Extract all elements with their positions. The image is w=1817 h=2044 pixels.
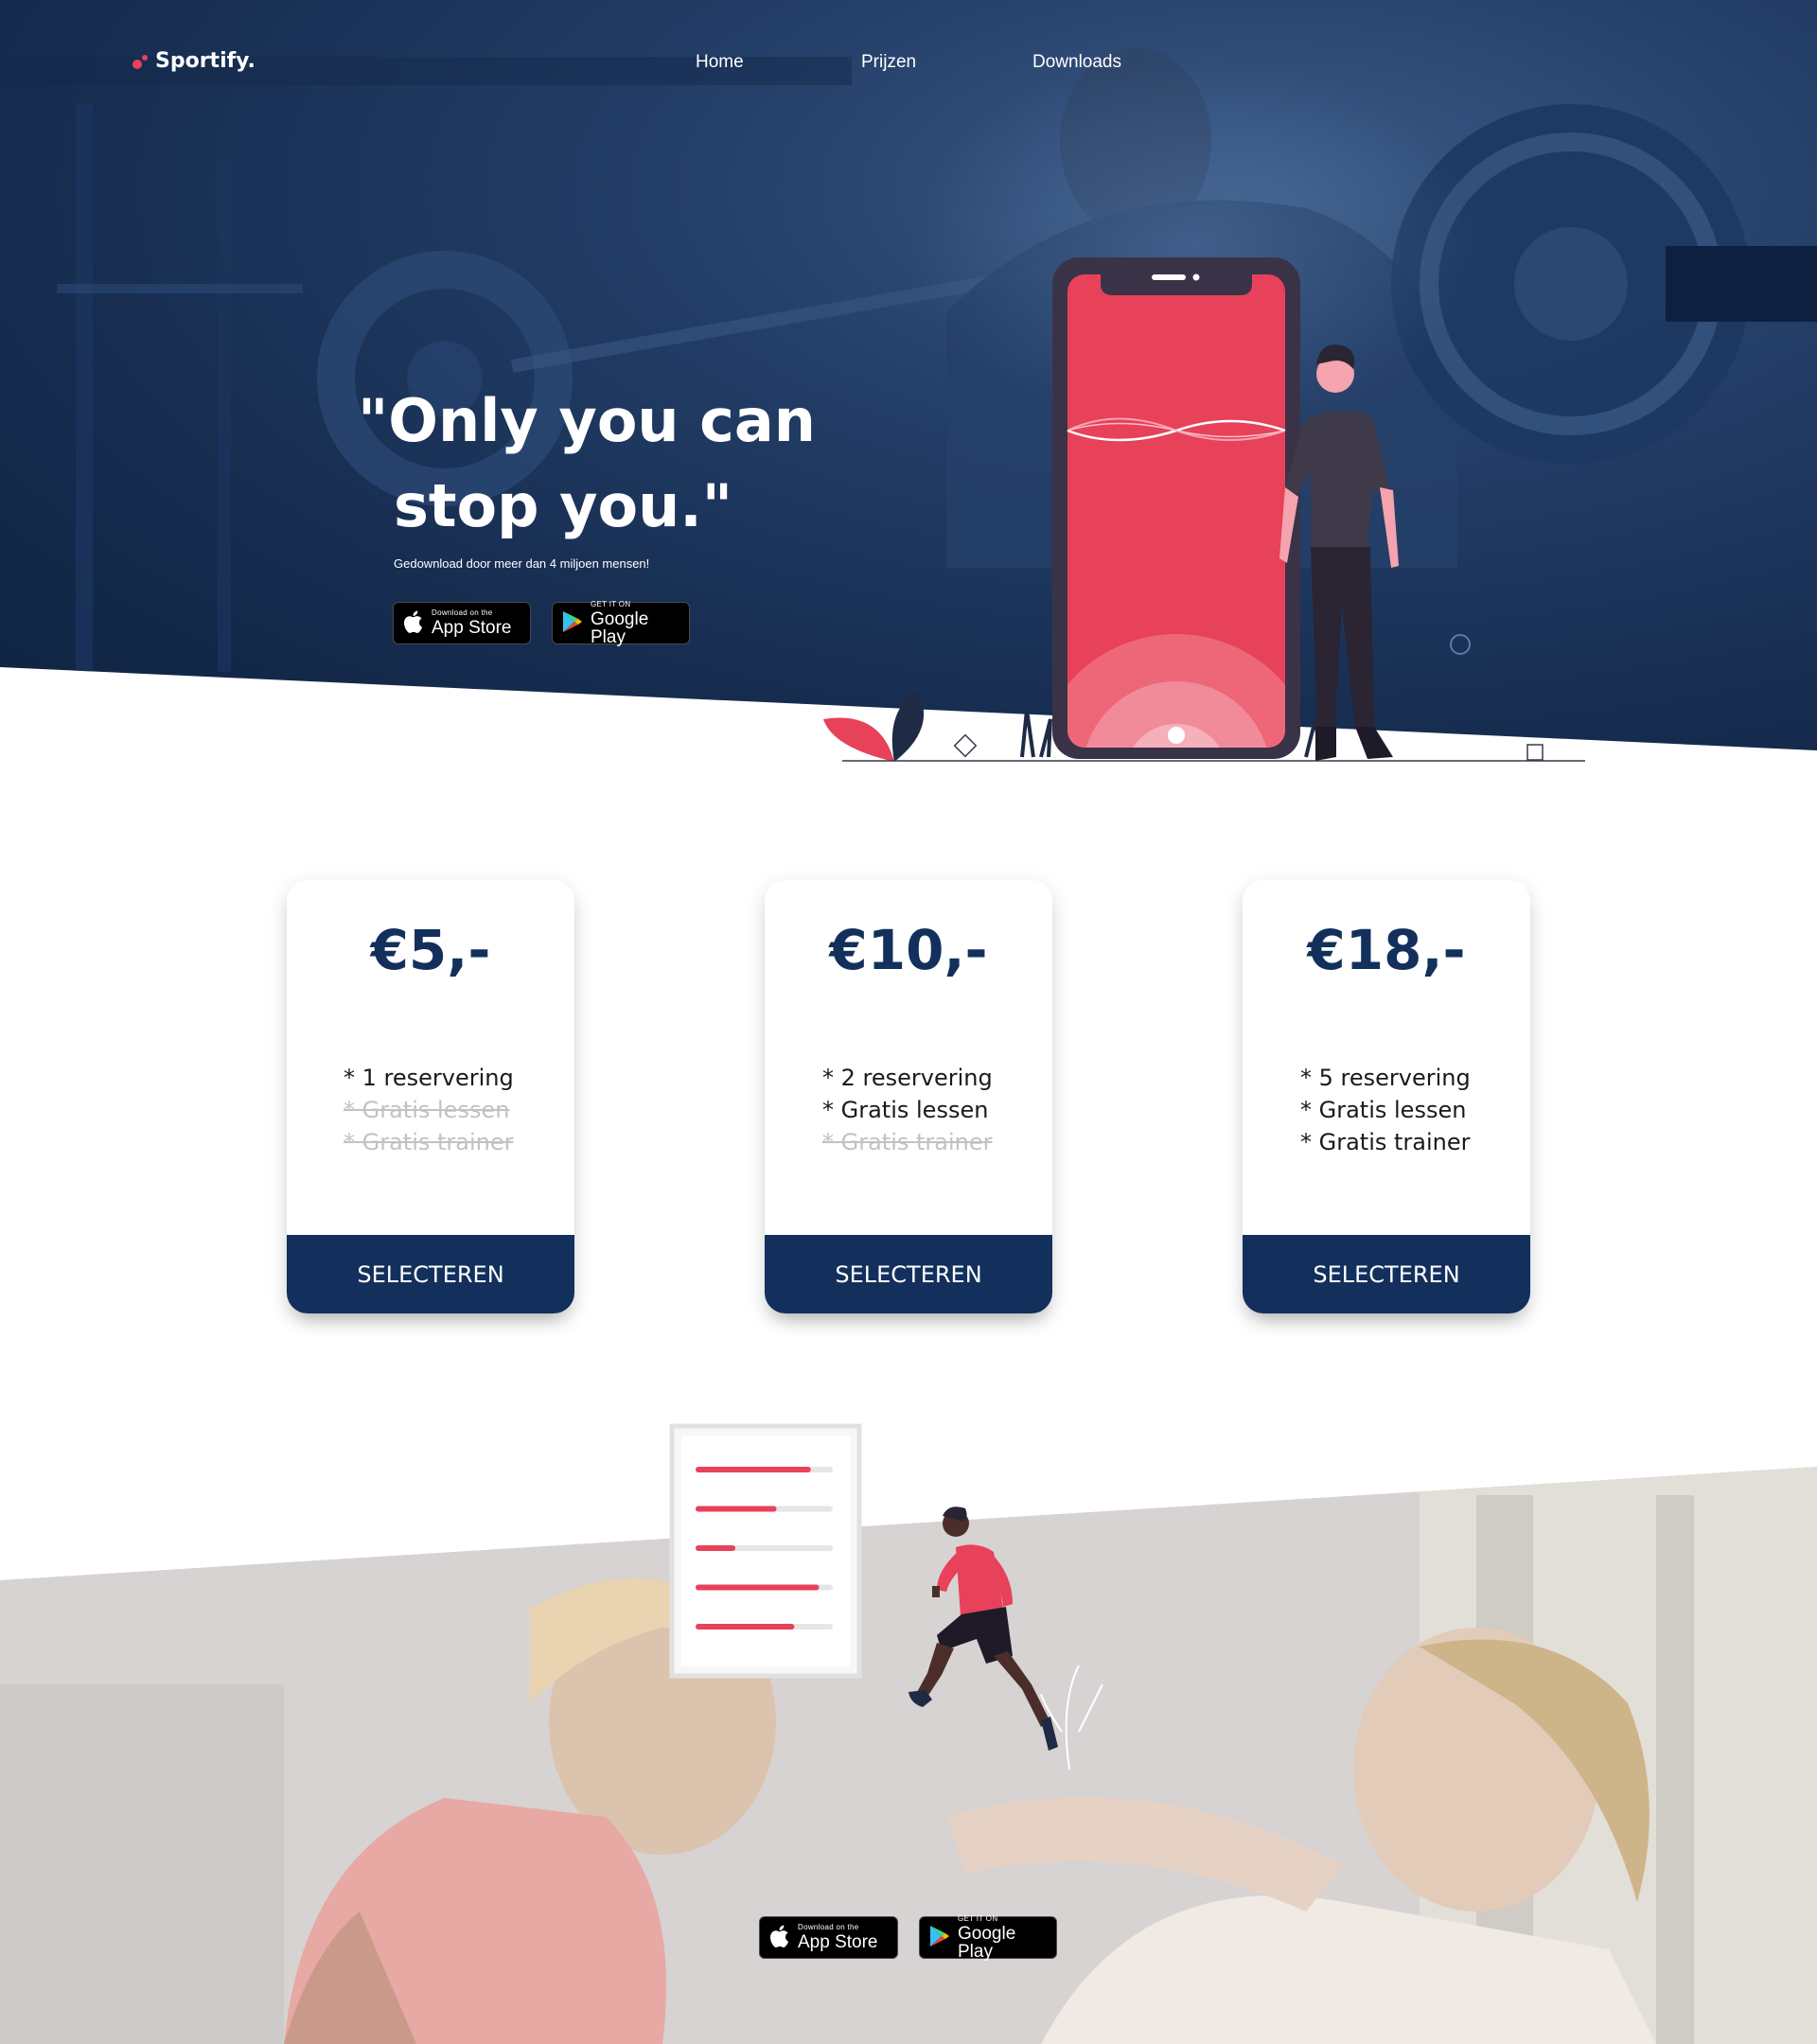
pricing-price: €18,- — [1307, 918, 1466, 982]
progress-fill — [696, 1506, 777, 1512]
pricing-card-2: €10,- * 2 reservering * Gratis lessen * … — [765, 880, 1052, 1313]
square-shape-icon — [1526, 744, 1544, 761]
brand-name: Sportify. — [155, 49, 256, 73]
apple-icon — [769, 1924, 790, 1952]
google-play-small-label: GET IT ON — [591, 599, 631, 608]
logo-dots-icon — [131, 53, 150, 70]
google-play-icon — [929, 1925, 950, 1951]
runner-list-illustration — [669, 1423, 1103, 1771]
nav-link-home[interactable]: Home — [696, 52, 744, 73]
hero-title: "Only you can stop you." — [358, 379, 888, 549]
footer-app-store-button[interactable]: Download on the App Store — [759, 1916, 898, 1959]
progress-fill — [696, 1584, 820, 1591]
leaf-icon — [891, 691, 925, 762]
feature-item: * 2 reservering — [822, 1065, 993, 1091]
feature-item: * Gratis lessen — [1300, 1097, 1467, 1123]
progress-fill — [696, 1624, 795, 1630]
select-plan-button[interactable]: SELECTEREN — [765, 1235, 1052, 1313]
app-store-small-label: Download on the — [432, 608, 493, 617]
app-store-small-label: Download on the — [798, 1923, 859, 1931]
hero-title-line-1: "Only you can — [358, 386, 816, 455]
google-play-icon — [562, 610, 583, 637]
feature-item: * Gratis lessen — [344, 1097, 510, 1123]
feature-item: * Gratis trainer — [1300, 1129, 1471, 1155]
app-store-big-label: App Store — [798, 1932, 878, 1952]
pricing-card-1: €5,- * 1 reservering * Gratis lessen * G… — [287, 880, 574, 1313]
footer-google-play-button[interactable]: GET IT ON Google Play — [919, 1913, 1057, 1962]
pricing-card-3: €18,- * 5 reservering * Gratis lessen * … — [1243, 880, 1530, 1313]
pricing-features: * 2 reservering * Gratis lessen * Gratis… — [765, 1062, 1052, 1158]
nav-link-downloads[interactable]: Downloads — [1032, 52, 1121, 73]
pricing-features: * 1 reservering * Gratis lessen * Gratis… — [287, 1062, 574, 1158]
pricing-price: €5,- — [370, 918, 491, 982]
google-play-big-label: Google Play — [958, 1923, 1016, 1962]
google-play-big-label: Google Play — [591, 608, 649, 647]
feature-item: * Gratis trainer — [822, 1129, 993, 1155]
hero-subtitle: Gedownload door meer dan 4 miljoen mense… — [394, 556, 650, 571]
brand-logo[interactable]: Sportify. — [131, 49, 256, 73]
hero-google-play-button[interactable]: GET IT ON Google Play — [552, 599, 690, 647]
google-play-small-label: GET IT ON — [958, 1913, 998, 1923]
select-plan-button[interactable]: SELECTEREN — [1243, 1235, 1530, 1313]
feature-item: * 1 reservering — [344, 1065, 514, 1091]
hero-title-line-2: stop you." — [394, 471, 733, 540]
pricing-features: * 5 reservering * Gratis lessen * Gratis… — [1243, 1062, 1530, 1158]
nav-link-prijzen[interactable]: Prijzen — [861, 52, 916, 73]
phone-person-illustration — [823, 257, 1585, 762]
hero-app-store-button[interactable]: Download on the App Store — [393, 602, 531, 644]
diamond-shape-icon — [953, 733, 978, 758]
feature-item: * Gratis trainer — [344, 1129, 514, 1155]
progress-fill — [696, 1467, 811, 1472]
feature-item: * Gratis lessen — [822, 1097, 989, 1123]
feature-item: * 5 reservering — [1300, 1065, 1471, 1091]
apple-icon — [403, 609, 424, 638]
app-store-big-label: App Store — [432, 618, 512, 638]
progress-fill — [696, 1545, 736, 1551]
select-plan-button[interactable]: SELECTEREN — [287, 1235, 574, 1313]
pricing-price: €10,- — [829, 918, 988, 982]
